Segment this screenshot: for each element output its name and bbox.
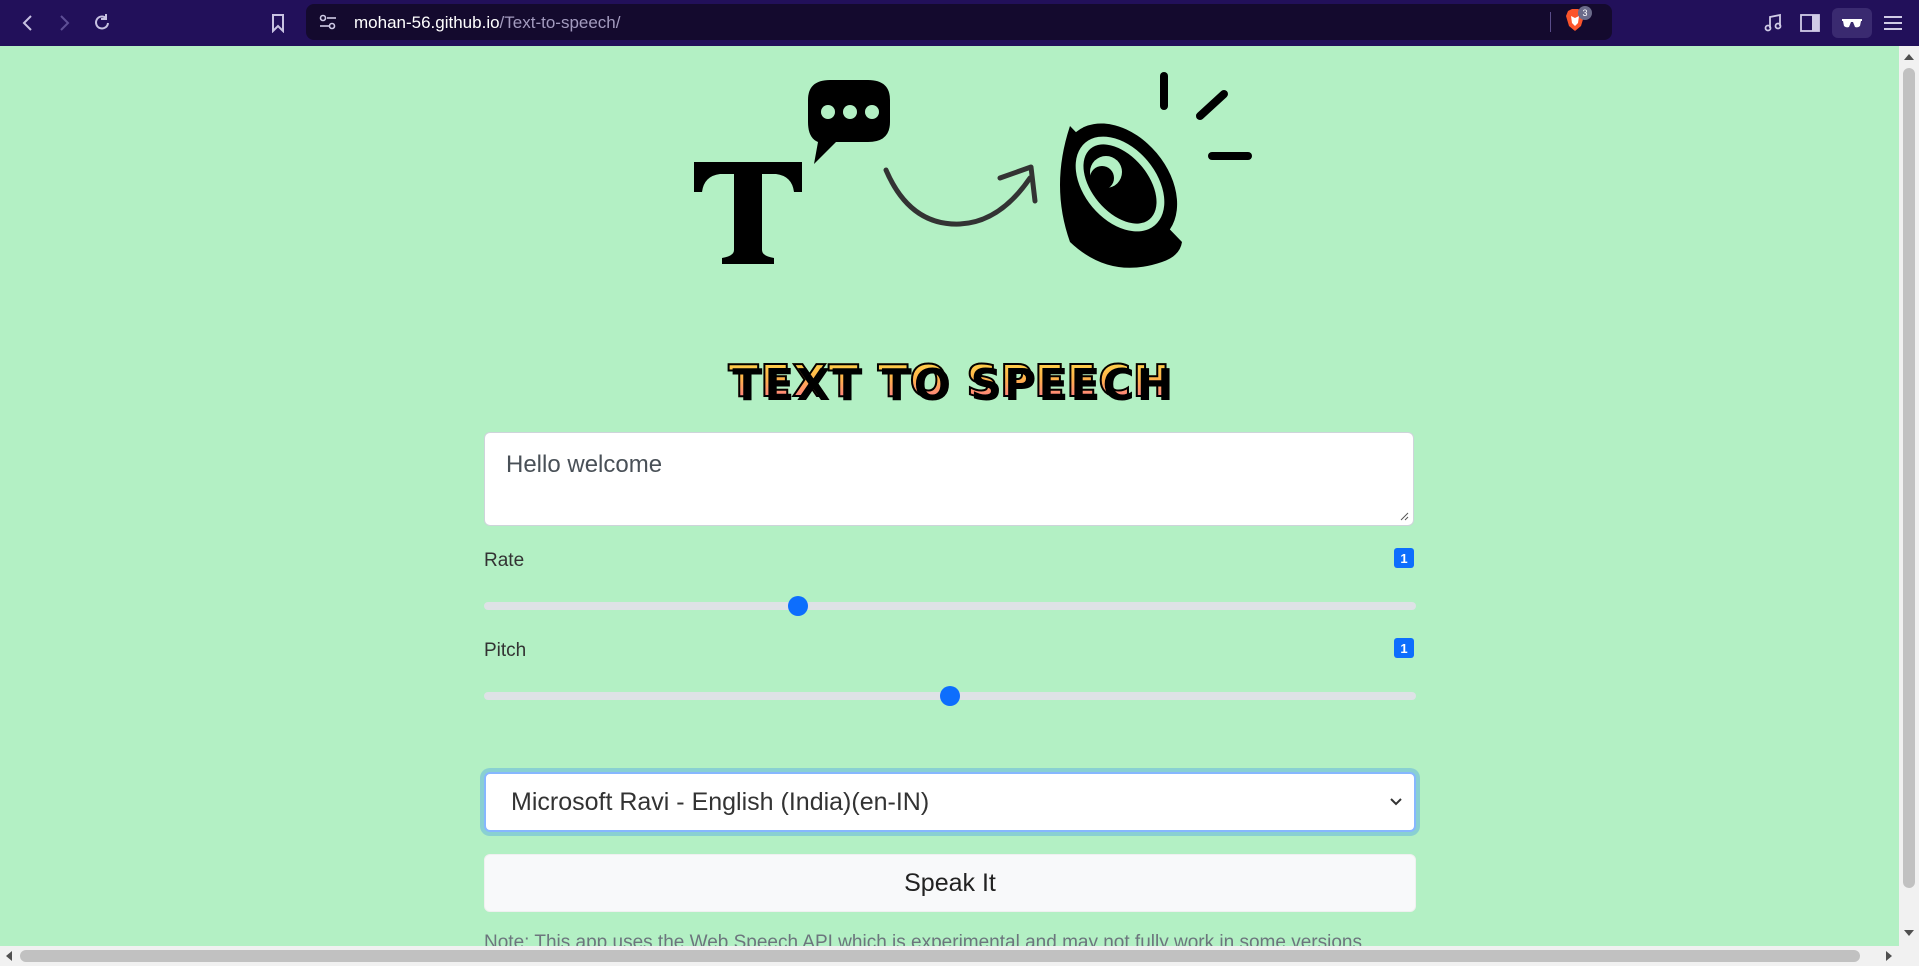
brave-shields-button[interactable]: 3 <box>1564 6 1592 32</box>
hamburger-menu-icon <box>1884 16 1902 30</box>
page-title-wrap: Text to Speech <box>700 354 1200 410</box>
bookmark-icon <box>272 14 284 33</box>
sidebar-toggle-button[interactable] <box>1797 10 1823 36</box>
bookmark-button[interactable] <box>264 9 292 37</box>
scroll-down-icon[interactable] <box>1904 930 1914 936</box>
url-host: mohan-56.github.io <box>354 13 500 32</box>
api-note: Note: This app uses the Web Speech API w… <box>484 932 1362 946</box>
rate-value-badge: 1 <box>1394 548 1414 568</box>
voice-select-value: Microsoft Ravi - English (India)(en-IN) <box>511 788 930 816</box>
resize-handle-icon[interactable] <box>1399 511 1409 521</box>
site-settings-icon[interactable] <box>318 14 338 30</box>
horizontal-scroll-thumb[interactable] <box>20 950 1860 962</box>
page-viewport: Text to Speech Hello welcome Rate 1 Pitc… <box>0 46 1899 946</box>
private-window-button[interactable] <box>1832 8 1872 38</box>
address-bar[interactable]: mohan-56.github.io/Text-to-speech/ <box>306 4 1612 40</box>
back-arrow-icon <box>22 15 32 31</box>
text-bubble-icon <box>694 80 890 264</box>
curved-arrow-icon <box>883 164 1038 227</box>
voice-select[interactable]: Microsoft Ravi - English (India)(en-IN) <box>484 772 1416 832</box>
shields-count-badge: 3 <box>1578 6 1592 20</box>
back-button[interactable] <box>14 9 42 37</box>
page-title: Text to Speech <box>727 354 1171 410</box>
vertical-scroll-thumb[interactable] <box>1903 68 1915 888</box>
vertical-scrollbar[interactable] <box>1899 46 1919 946</box>
reload-button[interactable] <box>88 9 116 37</box>
media-button[interactable] <box>1760 10 1786 36</box>
sidebar-icon <box>1800 14 1820 32</box>
rate-label: Rate <box>484 550 525 571</box>
scroll-right-icon[interactable] <box>1886 951 1892 961</box>
scroll-left-icon[interactable] <box>6 951 12 961</box>
url-text[interactable]: mohan-56.github.io/Text-to-speech/ <box>354 13 621 33</box>
pitch-slider-thumb[interactable] <box>940 686 960 706</box>
music-note-icon <box>1764 13 1782 32</box>
pitch-slider[interactable] <box>484 686 1416 706</box>
chevron-down-icon <box>1390 798 1402 806</box>
sunglasses-icon <box>1842 19 1862 28</box>
speak-button[interactable]: Speak It <box>484 854 1416 912</box>
speaker-icon <box>1060 72 1252 268</box>
rate-slider-thumb[interactable] <box>788 596 808 616</box>
forward-arrow-icon <box>60 15 70 31</box>
forward-button[interactable] <box>50 9 78 37</box>
reload-icon <box>95 14 109 30</box>
horizontal-scrollbar[interactable] <box>0 946 1919 966</box>
text-input[interactable]: Hello welcome <box>484 432 1414 526</box>
scroll-up-icon[interactable] <box>1904 54 1914 60</box>
divider <box>1550 12 1551 32</box>
menu-button[interactable] <box>1880 10 1906 36</box>
pitch-label: Pitch <box>484 640 527 661</box>
url-path: /Text-to-speech/ <box>499 13 621 32</box>
pitch-value-badge: 1 <box>1394 638 1414 658</box>
text-input-value: Hello welcome <box>506 451 663 478</box>
rate-slider[interactable] <box>484 596 1416 616</box>
text-to-speech-illustration <box>694 72 1252 268</box>
browser-toolbar: mohan-56.github.io/Text-to-speech/ 3 <box>0 0 1919 46</box>
